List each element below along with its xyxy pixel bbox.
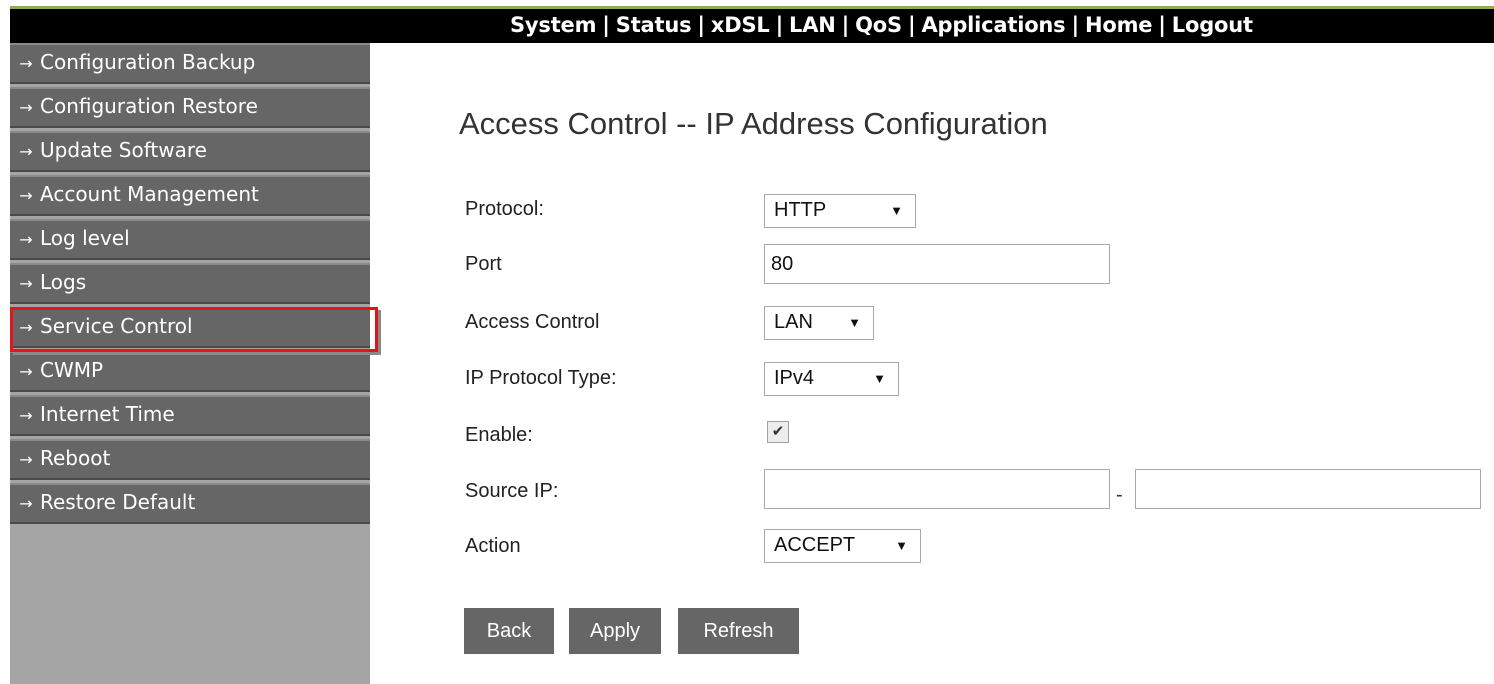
sidebar-item-label: Restore Default	[40, 490, 196, 514]
sidebar-item-internet-time[interactable]: → Internet Time	[10, 395, 370, 436]
sidebar-item-configuration-backup[interactable]: → Configuration Backup	[10, 43, 370, 84]
nav-xdsl[interactable]: xDSL	[711, 13, 770, 37]
nav-separator: |	[1071, 13, 1079, 37]
nav-logout[interactable]: Logout	[1172, 13, 1253, 37]
nav-separator: |	[697, 13, 705, 37]
protocol-select[interactable]: HTTP ▼	[764, 194, 916, 228]
arrow-right-icon: →	[19, 494, 33, 513]
checkmark-icon: ✔	[771, 423, 785, 440]
sidebar-item-label: Internet Time	[40, 402, 175, 426]
sidebar-item-reboot[interactable]: → Reboot	[10, 439, 370, 480]
page-title: Access Control -- IP Address Configurati…	[459, 106, 1048, 141]
nav-qos[interactable]: QoS	[855, 13, 902, 37]
sidebar-item-label: CWMP	[40, 358, 104, 382]
sidebar-item-cwmp[interactable]: → CWMP	[10, 351, 370, 392]
access-control-label: Access Control	[465, 311, 600, 333]
top-navigation-bar: System | Status | xDSL | LAN | QoS | Applications |…	[10, 6, 1494, 43]
ip-protocol-type-label: IP Protocol Type:	[465, 367, 617, 389]
sidebar-item-configuration-restore[interactable]: → Configuration Restore	[10, 87, 370, 128]
arrow-right-icon: →	[19, 186, 33, 205]
enable-label: Enable:	[465, 424, 533, 446]
apply-button[interactable]: Apply	[569, 608, 661, 654]
sidebar-item-account-management[interactable]: → Account Management	[10, 175, 370, 216]
sidebar-item-log-level[interactable]: → Log level	[10, 219, 370, 260]
nav-separator: |	[907, 13, 916, 37]
enable-checkbox[interactable]: ✔	[767, 421, 789, 443]
ip-protocol-type-value: IPv4	[774, 367, 815, 389]
chevron-down-icon: ▼	[890, 203, 903, 218]
nav-lan[interactable]: LAN	[789, 13, 836, 37]
port-label: Port	[465, 253, 502, 275]
back-button[interactable]: Back	[464, 608, 554, 654]
access-control-select[interactable]: LAN ▼	[764, 306, 874, 340]
sidebar-item-label: Configuration Backup	[40, 50, 256, 74]
nav-applications[interactable]: Applications	[921, 13, 1065, 37]
protocol-label: Protocol:	[465, 198, 544, 220]
action-value: ACCEPT	[774, 534, 856, 556]
source-ip-end-input[interactable]	[1135, 469, 1481, 509]
nav-separator: |	[1158, 13, 1166, 37]
nav-separator: |	[602, 13, 610, 37]
sidebar-item-label: Reboot	[40, 446, 111, 470]
arrow-right-icon: →	[19, 98, 33, 117]
sidebar-item-label: Configuration Restore	[40, 94, 258, 118]
sidebar-item-label: Logs	[40, 270, 87, 294]
action-select[interactable]: ACCEPT ▼	[764, 529, 921, 563]
source-ip-start-input[interactable]	[764, 469, 1110, 509]
service-control-highlight-box	[10, 307, 378, 352]
arrow-right-icon: →	[19, 450, 33, 469]
sidebar-item-label: Log level	[40, 226, 130, 250]
chevron-down-icon: ▼	[848, 315, 861, 330]
top-nav-links: System | Status | xDSL | LAN | QoS | Applications |…	[510, 13, 1253, 37]
ip-protocol-type-select[interactable]: IPv4 ▼	[764, 362, 899, 396]
source-ip-label: Source IP:	[465, 480, 559, 502]
nav-home[interactable]: Home	[1085, 13, 1153, 37]
arrow-right-icon: →	[19, 54, 33, 73]
protocol-value: HTTP	[774, 199, 827, 221]
action-label: Action	[465, 535, 521, 557]
sidebar-item-restore-default[interactable]: → Restore Default	[10, 483, 370, 524]
sidebar: → Configuration Backup → Configuration Res…	[10, 43, 370, 684]
arrow-right-icon: →	[19, 362, 33, 381]
arrow-right-icon: →	[19, 274, 33, 293]
source-ip-range-dash: -	[1116, 484, 1123, 506]
access-control-value: LAN	[774, 311, 813, 333]
chevron-down-icon: ▼	[895, 538, 908, 553]
sidebar-item-update-software[interactable]: → Update Software	[10, 131, 370, 172]
nav-system[interactable]: System	[510, 13, 596, 37]
arrow-right-icon: →	[19, 142, 33, 161]
sidebar-item-label: Account Management	[40, 182, 259, 206]
nav-separator: |	[775, 13, 784, 37]
arrow-right-icon: →	[19, 406, 33, 425]
sidebar-item-logs[interactable]: → Logs	[10, 263, 370, 304]
nav-separator: |	[841, 13, 850, 37]
port-input[interactable]	[764, 244, 1110, 284]
arrow-right-icon: →	[19, 230, 33, 249]
refresh-button[interactable]: Refresh	[678, 608, 799, 654]
sidebar-item-label: Update Software	[40, 138, 207, 162]
nav-status[interactable]: Status	[616, 13, 692, 37]
chevron-down-icon: ▼	[873, 371, 886, 386]
